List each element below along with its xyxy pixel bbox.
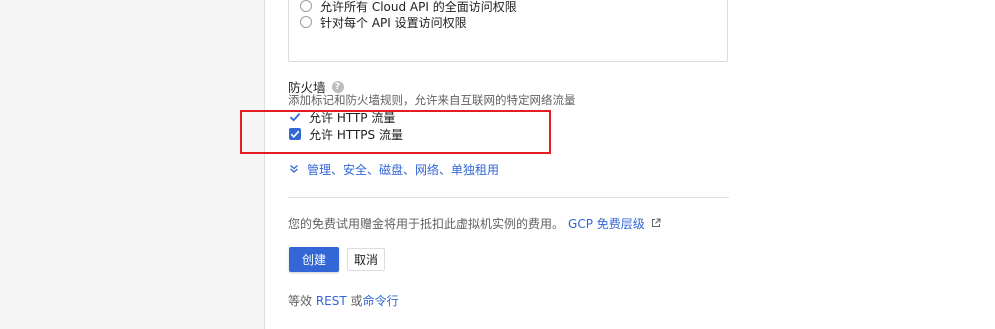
command-line-link[interactable]: 命令行 — [363, 294, 399, 308]
firewall-description: 添加标记和防火墙规则，允许来自互联网的特定网络流量 — [288, 93, 576, 107]
free-tier-link[interactable]: GCP 免费层级 — [568, 215, 645, 232]
radio-per-api-access[interactable]: 针对每个 API 设置访问权限 — [300, 13, 467, 31]
cancel-button[interactable]: 取消 — [347, 248, 385, 271]
equivalent-or: 或 — [350, 294, 363, 308]
double-chevron-down-icon — [289, 163, 299, 177]
external-link-icon[interactable] — [651, 217, 661, 231]
free-trial-note: 您的免费试用赠金将用于抵扣此虚拟机实例的费用。 GCP 免费层级 — [288, 215, 661, 232]
highlight-annotation — [240, 110, 551, 154]
left-pane — [0, 0, 265, 329]
rest-link[interactable]: REST — [316, 294, 347, 308]
equivalent-rest-line: 等效 REST 或命令行 — [288, 292, 399, 309]
radio-label: 针对每个 API 设置访问权限 — [320, 15, 467, 30]
radio-button[interactable] — [300, 0, 312, 12]
radio-button[interactable] — [300, 16, 312, 28]
equivalent-prefix: 等效 — [288, 294, 313, 308]
more-options-label: 管理、安全、磁盘、网络、单独租用 — [307, 163, 500, 177]
more-options-expander[interactable]: 管理、安全、磁盘、网络、单独租用 — [289, 161, 499, 178]
create-button[interactable]: 创建 — [289, 247, 339, 272]
free-trial-text: 您的免费试用赠金将用于抵扣此虚拟机实例的费用。 — [288, 217, 565, 231]
divider — [288, 197, 729, 198]
help-icon[interactable]: ? — [331, 80, 344, 93]
